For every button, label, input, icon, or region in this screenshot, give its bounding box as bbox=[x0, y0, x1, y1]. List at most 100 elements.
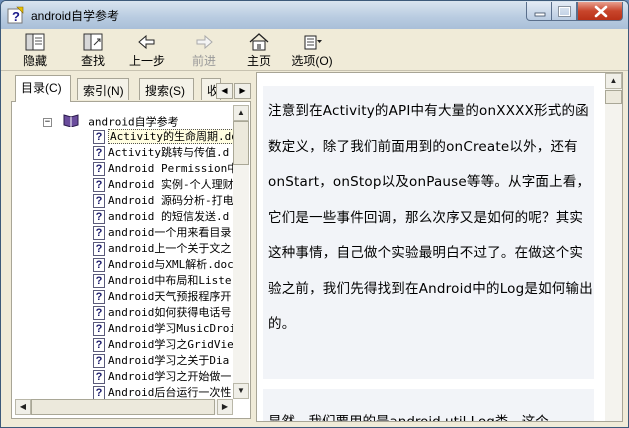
window-title: android自学参考 bbox=[31, 9, 120, 23]
tree-item-label: Android后台运行一次性 bbox=[108, 386, 232, 399]
scroll-thumb[interactable] bbox=[233, 121, 249, 165]
back-arrow-icon bbox=[138, 34, 155, 50]
tree-root-label: android自学参考 bbox=[88, 115, 179, 129]
tab-search[interactable]: 搜索(S) bbox=[139, 78, 194, 100]
options-button[interactable]: 选项(O) bbox=[289, 33, 335, 69]
tree-item-label: Android与XML解析.doc bbox=[108, 258, 233, 271]
content-vertical-scrollbar[interactable]: ▲ bbox=[605, 73, 622, 421]
scroll-right-icon[interactable]: ▶ bbox=[217, 399, 233, 415]
tree-item[interactable]: ? Android学习之GridVie bbox=[93, 337, 233, 353]
title-bar[interactable]: ? android自学参考 bbox=[1, 1, 628, 29]
tree-item[interactable]: ? Android 实例-个人理财 bbox=[93, 177, 233, 193]
scroll-up-icon[interactable]: ▲ bbox=[233, 105, 249, 121]
open-book-icon bbox=[63, 113, 79, 132]
find-icon bbox=[83, 33, 103, 51]
content-paragraph-next: 显然，我们要用的是android.util.Log类，这个 bbox=[263, 389, 594, 421]
tree-item-label: Android天气预报程序开 bbox=[108, 290, 232, 303]
scroll-left-icon[interactable]: ◀ bbox=[15, 399, 31, 415]
help-topic-icon: ? bbox=[93, 306, 105, 320]
tree-item-label: Android学习之关于Dia bbox=[108, 354, 230, 367]
tree-item-label: Activity跳转与传值.d bbox=[108, 146, 230, 159]
scroll-down-icon[interactable]: ▼ bbox=[233, 383, 249, 399]
maximize-button[interactable] bbox=[552, 2, 577, 21]
help-topic-icon: ? bbox=[93, 274, 105, 288]
options-icon bbox=[304, 35, 322, 50]
hide-pane-icon bbox=[25, 33, 45, 51]
close-button[interactable] bbox=[577, 2, 623, 21]
tree-item-label: Android Permission中 bbox=[108, 162, 233, 175]
tree-item-label: Android学习MusicDroid bbox=[108, 322, 233, 335]
help-window: ? android自学参考 隐藏 查找 上一步 前进 主页 选项(O) 目录(C… bbox=[0, 0, 629, 428]
help-topic-icon: ? bbox=[93, 370, 105, 384]
nav-tabs: 目录(C) 索引(N) 搜索(S) 收 ◀ ▶ bbox=[11, 75, 251, 102]
navigation-pane: 目录(C) 索引(N) 搜索(S) 收 ◀ ▶ − android自学参考 ? A… bbox=[11, 75, 251, 419]
tree-vertical-scrollbar[interactable]: ▲ ▼ bbox=[233, 105, 249, 399]
hscroll-thumb[interactable] bbox=[31, 399, 215, 415]
back-button[interactable]: 上一步 bbox=[125, 33, 169, 69]
tree-item-label: android 的短信发送.d bbox=[108, 210, 230, 223]
help-topic-icon: ? bbox=[93, 354, 105, 368]
tree-item[interactable]: ? android上一个关于文之 bbox=[93, 241, 231, 257]
tree-item[interactable]: ? android一个用来看目录 bbox=[93, 225, 231, 241]
find-label: 查找 bbox=[80, 54, 105, 68]
scroll-up-icon[interactable]: ▲ bbox=[605, 73, 622, 89]
tree-item[interactable]: ? Android 源码分析-打电 bbox=[93, 193, 233, 209]
tree-item-label: android一个用来看目录 bbox=[108, 226, 232, 239]
tree-item[interactable]: ? Activity跳转与传值.d bbox=[93, 145, 229, 161]
tree-item-label: Android学习之GridVie bbox=[108, 338, 233, 351]
help-question-icon: ? bbox=[7, 6, 25, 24]
tree-root[interactable]: − android自学参考 bbox=[43, 113, 179, 129]
tree-item-label: Android学习之开始做一 bbox=[108, 370, 232, 383]
contents-tree-panel: − android自学参考 ? Activity的生命周期.doc? Activit… bbox=[11, 101, 251, 419]
tree-item[interactable]: ? Android Permission中 bbox=[93, 161, 233, 177]
contents-tree: − android自学参考 ? Activity的生命周期.doc? Activit… bbox=[15, 105, 233, 399]
home-label: 主页 bbox=[246, 54, 271, 68]
tab-scroll-right-icon[interactable]: ▶ bbox=[234, 83, 251, 99]
forward-label: 前进 bbox=[191, 54, 216, 68]
options-label: 选项(O) bbox=[291, 54, 333, 68]
tree-item[interactable]: ? Android后台运行一次性 bbox=[93, 385, 231, 399]
help-topic-icon: ? bbox=[93, 322, 105, 336]
tree-item-label: android如何获得电话号 bbox=[108, 306, 232, 319]
help-topic-icon: ? bbox=[93, 130, 105, 144]
help-topic-icon: ? bbox=[93, 242, 105, 256]
topic-content: 注意到在Activity的API中有大量的onXXXX形式的函数定义，除了我们前… bbox=[257, 73, 601, 421]
tree-item[interactable]: ? android 的短信发送.d bbox=[93, 209, 229, 225]
help-topic-icon: ? bbox=[93, 258, 105, 272]
help-topic-icon: ? bbox=[93, 194, 105, 208]
tree-item[interactable]: ? Android与XML解析.doc bbox=[93, 257, 233, 273]
tree-horizontal-scrollbar[interactable]: ◀ ▶ bbox=[15, 399, 233, 415]
tree-item[interactable]: ? Activity的生命周期.doc bbox=[93, 129, 233, 145]
home-button[interactable]: 主页 bbox=[239, 33, 279, 69]
help-topic-icon: ? bbox=[93, 338, 105, 352]
forward-arrow-icon bbox=[196, 34, 213, 50]
tree-item-label: Android 源码分析-打电 bbox=[108, 194, 233, 207]
hide-button[interactable]: 隐藏 bbox=[15, 33, 55, 69]
collapse-toggle-icon[interactable]: − bbox=[43, 118, 52, 127]
scroll-thumb[interactable] bbox=[605, 90, 622, 104]
tab-scroll-buttons: ◀ ▶ bbox=[216, 83, 252, 99]
tree-item[interactable]: ? Android学习MusicDroid bbox=[93, 321, 233, 337]
tab-scroll-left-icon[interactable]: ◀ bbox=[216, 83, 233, 99]
help-topic-icon: ? bbox=[93, 162, 105, 176]
tree-item-label: android上一个关于文之 bbox=[108, 242, 232, 255]
forward-button[interactable]: 前进 bbox=[184, 33, 224, 69]
tab-index[interactable]: 索引(N) bbox=[77, 78, 129, 100]
help-topic-icon: ? bbox=[93, 146, 105, 160]
tree-item-label: Android 实例-个人理财 bbox=[108, 178, 233, 191]
tree-item[interactable]: ? Android中布局和Liste bbox=[93, 273, 231, 289]
help-topic-icon: ? bbox=[93, 290, 105, 304]
tree-item[interactable]: ? android如何获得电话号 bbox=[93, 305, 231, 321]
tree-item[interactable]: ? Android学习之关于Dia bbox=[93, 353, 229, 369]
tree-item[interactable]: ? Android学习之开始做一 bbox=[93, 369, 231, 385]
back-label: 上一步 bbox=[128, 54, 165, 68]
hide-label: 隐藏 bbox=[22, 54, 47, 68]
tree-item-label: Activity的生命周期.doc bbox=[108, 129, 233, 144]
find-button[interactable]: 查找 bbox=[73, 33, 113, 69]
home-icon bbox=[249, 33, 269, 51]
help-topic-icon: ? bbox=[93, 226, 105, 240]
minimize-button[interactable] bbox=[526, 2, 552, 21]
tree-item[interactable]: ? Android天气预报程序开 bbox=[93, 289, 231, 305]
content-paragraph: 注意到在Activity的API中有大量的onXXXX形式的函数定义，除了我们前… bbox=[263, 86, 594, 379]
tab-contents[interactable]: 目录(C) bbox=[15, 75, 71, 102]
